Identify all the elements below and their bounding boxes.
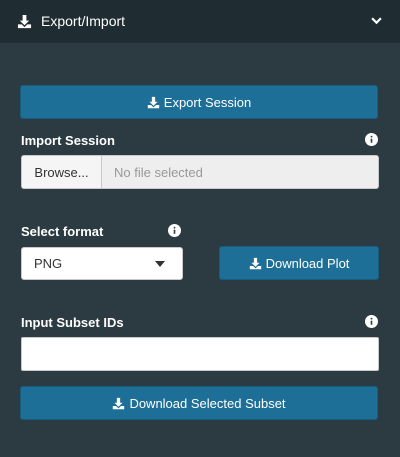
- import-session-label: Import Session: [21, 133, 115, 148]
- download-icon: [249, 257, 261, 269]
- chevron-down-icon[interactable]: [371, 17, 382, 25]
- format-select[interactable]: PNG: [21, 247, 183, 280]
- input-subset-ids-label: Input Subset IDs: [21, 315, 124, 330]
- download-icon: [113, 397, 125, 409]
- info-circle-icon[interactable]: [365, 133, 378, 146]
- panel-header[interactable]: Export/Import: [0, 0, 400, 43]
- download-plot-label: Download Plot: [265, 255, 350, 271]
- export-session-button[interactable]: Export Session: [20, 85, 378, 119]
- info-circle-icon[interactable]: [168, 224, 181, 237]
- panel-title: Export/Import: [41, 13, 126, 29]
- download-selected-subset-button[interactable]: Download Selected Subset: [20, 386, 378, 420]
- download-icon: [147, 96, 159, 108]
- browse-button[interactable]: Browse...: [22, 156, 102, 188]
- export-session-label: Export Session: [163, 94, 252, 110]
- format-select-value: PNG: [34, 256, 63, 271]
- info-circle-icon[interactable]: [365, 315, 378, 328]
- download-plot-button[interactable]: Download Plot: [219, 246, 379, 280]
- download-icon: [17, 14, 32, 29]
- caret-down-icon: [155, 261, 165, 267]
- select-format-label: Select format: [21, 224, 104, 239]
- subset-ids-input[interactable]: [21, 337, 379, 371]
- import-file-input[interactable]: Browse... No file selected: [21, 155, 379, 189]
- download-selected-subset-label: Download Selected Subset: [129, 395, 286, 411]
- file-name-display: No file selected: [102, 156, 378, 188]
